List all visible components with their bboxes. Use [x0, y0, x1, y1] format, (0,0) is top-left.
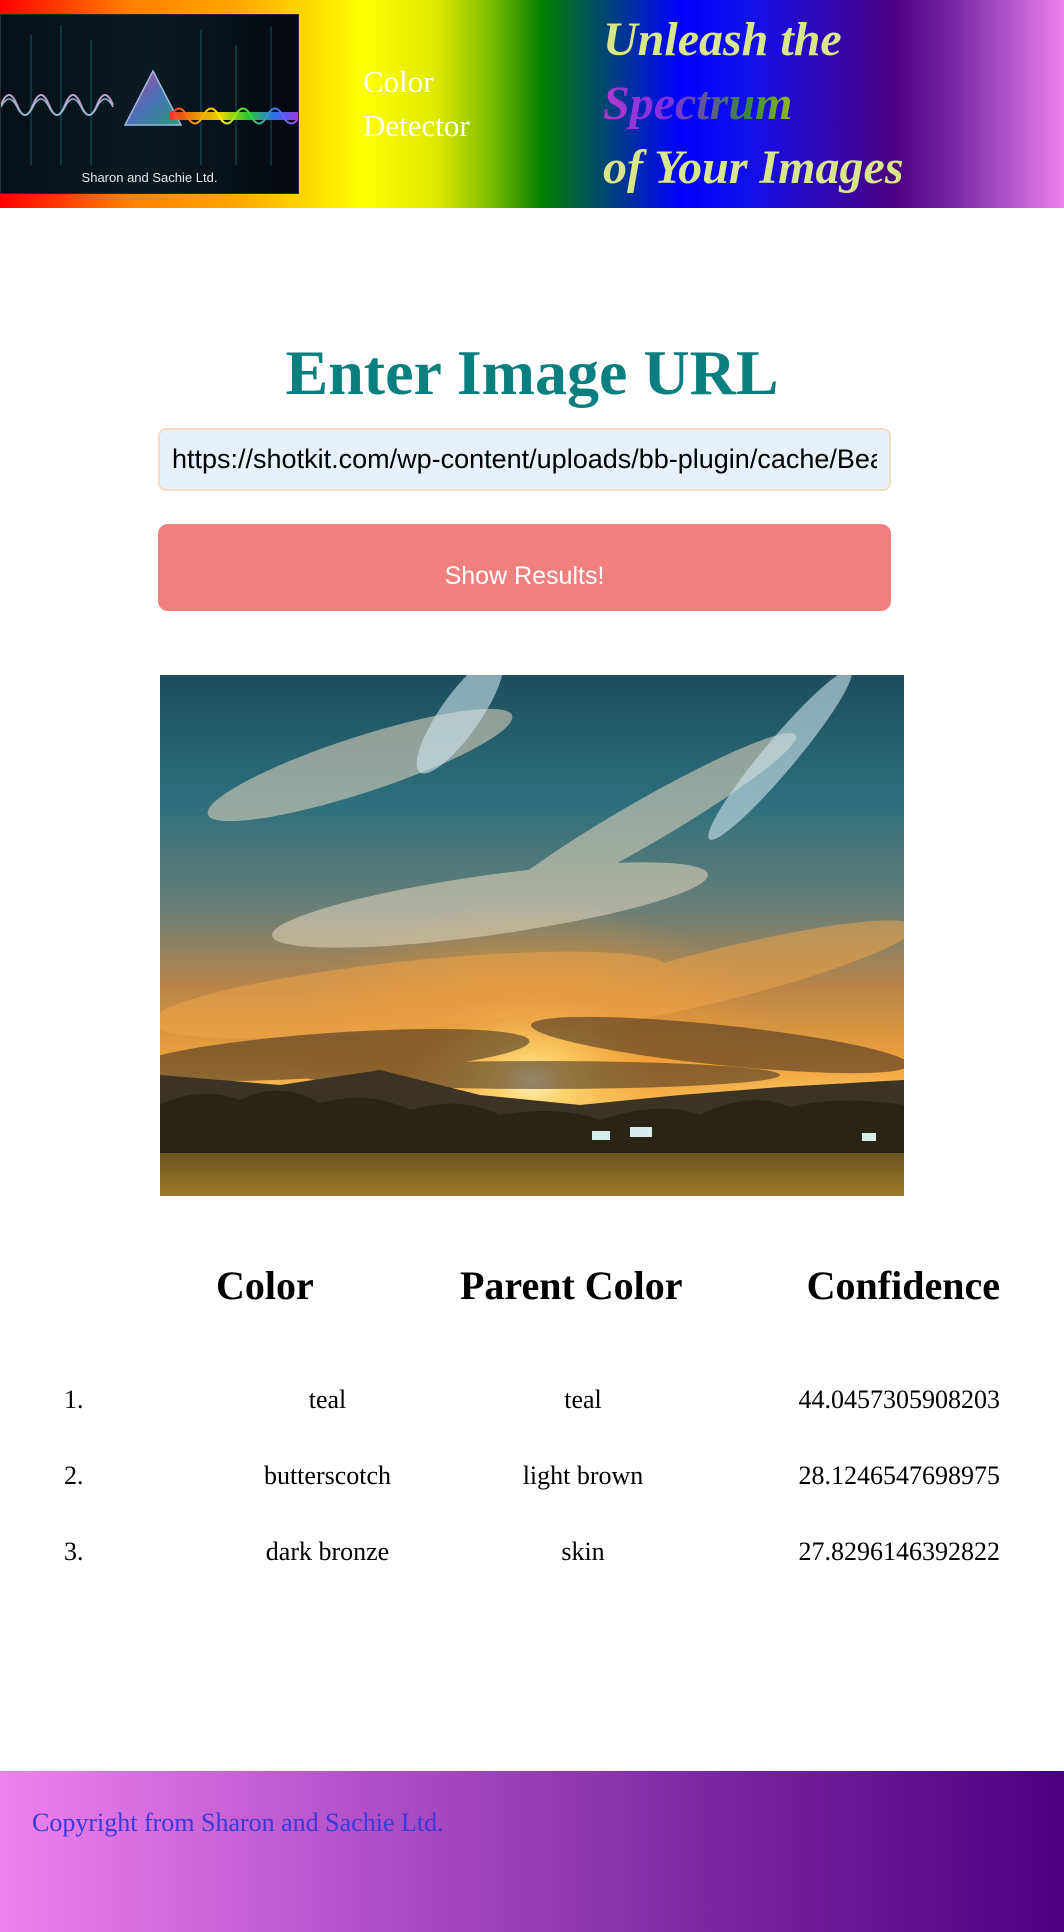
show-results-button[interactable]: Show Results!: [158, 524, 891, 611]
image-url-input[interactable]: [158, 428, 891, 491]
tagline-line3: of Your Images: [603, 141, 904, 194]
row-index: 2.: [64, 1461, 84, 1490]
results-header-color: Color: [216, 1263, 314, 1308]
app-name: Color Detector: [363, 60, 523, 148]
row-confidence: 27.8296146392822: [798, 1537, 1001, 1566]
row-color: teal: [308, 1385, 347, 1414]
results-row: 1. teal teal 44.0457305908203: [0, 1384, 1064, 1424]
results-header-parent-color: Parent Color: [460, 1263, 683, 1308]
tagline-spectrum: Spectrum: [603, 72, 1063, 136]
copyright-text: Copyright from Sharon and Sachie Ltd.: [32, 1808, 444, 1837]
header-banner: Sharon and Sachie Ltd. Color Detector Un…: [0, 0, 1064, 208]
row-confidence: 28.1246547698975: [798, 1461, 1001, 1490]
tagline: Unleash the Spectrum of Your Images: [603, 8, 1063, 200]
tagline-line1: Unleash the: [603, 13, 842, 66]
result-image: [160, 675, 904, 1196]
prism-waveform-logo-icon: [1, 15, 298, 193]
results-header-confidence: Confidence: [806, 1263, 1000, 1308]
row-confidence: 44.0457305908203: [798, 1385, 1001, 1414]
row-index: 1.: [64, 1385, 84, 1414]
footer: Copyright from Sharon and Sachie Ltd.: [0, 1771, 1064, 1932]
logo-caption: Sharon and Sachie Ltd.: [81, 170, 218, 185]
row-parent-color: skin: [561, 1537, 605, 1566]
app-name-line2: Detector: [363, 108, 470, 143]
app-name-line1: Color: [363, 64, 434, 99]
company-logo: Sharon and Sachie Ltd.: [0, 14, 299, 194]
sunset-landscape-image: [160, 675, 904, 1196]
page: Sharon and Sachie Ltd. Color Detector Un…: [0, 0, 1064, 1932]
row-color: butterscotch: [263, 1461, 392, 1490]
row-parent-color: light brown: [522, 1461, 644, 1490]
row-index: 3.: [64, 1537, 84, 1566]
row-color: dark bronze: [265, 1537, 390, 1566]
form-title: Enter Image URL: [285, 337, 779, 408]
row-parent-color: teal: [564, 1385, 602, 1414]
results-row: 3. dark bronze skin 27.8296146392822: [0, 1536, 1064, 1576]
results-row: 2. butterscotch light brown 28.124654769…: [0, 1460, 1064, 1500]
